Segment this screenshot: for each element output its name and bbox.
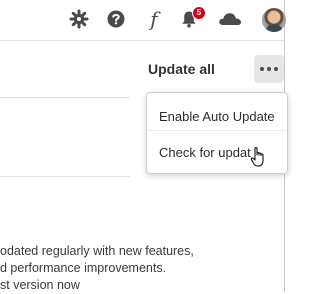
update-all-button[interactable]: Update all bbox=[148, 61, 215, 77]
gear-icon[interactable] bbox=[68, 8, 90, 30]
description-line: d performance improvements. bbox=[0, 261, 167, 275]
avatar[interactable] bbox=[262, 8, 286, 32]
notification-badge: 5 bbox=[192, 6, 206, 20]
content-divider bbox=[0, 176, 130, 177]
ellipsis-icon bbox=[267, 67, 271, 71]
more-options-button[interactable] bbox=[254, 55, 284, 83]
menu-separator bbox=[147, 130, 287, 131]
description-line: odated regularly with new features, bbox=[0, 244, 194, 258]
ellipsis-icon bbox=[274, 67, 278, 71]
help-icon[interactable] bbox=[105, 8, 127, 30]
content-divider bbox=[0, 97, 130, 98]
top-bar: f 5 bbox=[0, 0, 286, 41]
cloud-icon[interactable] bbox=[216, 8, 244, 30]
description-line: st version now bbox=[0, 278, 80, 292]
menu-item-enable-auto-update[interactable]: Enable Auto Update bbox=[159, 109, 275, 124]
description-text: odated regularly with new features, d pe… bbox=[0, 243, 285, 294]
ellipsis-icon bbox=[260, 67, 264, 71]
menu-item-check-for-updates[interactable]: Check for updat bbox=[159, 145, 251, 160]
hand-cursor-icon bbox=[250, 146, 268, 168]
fonts-icon[interactable]: f bbox=[145, 6, 163, 32]
